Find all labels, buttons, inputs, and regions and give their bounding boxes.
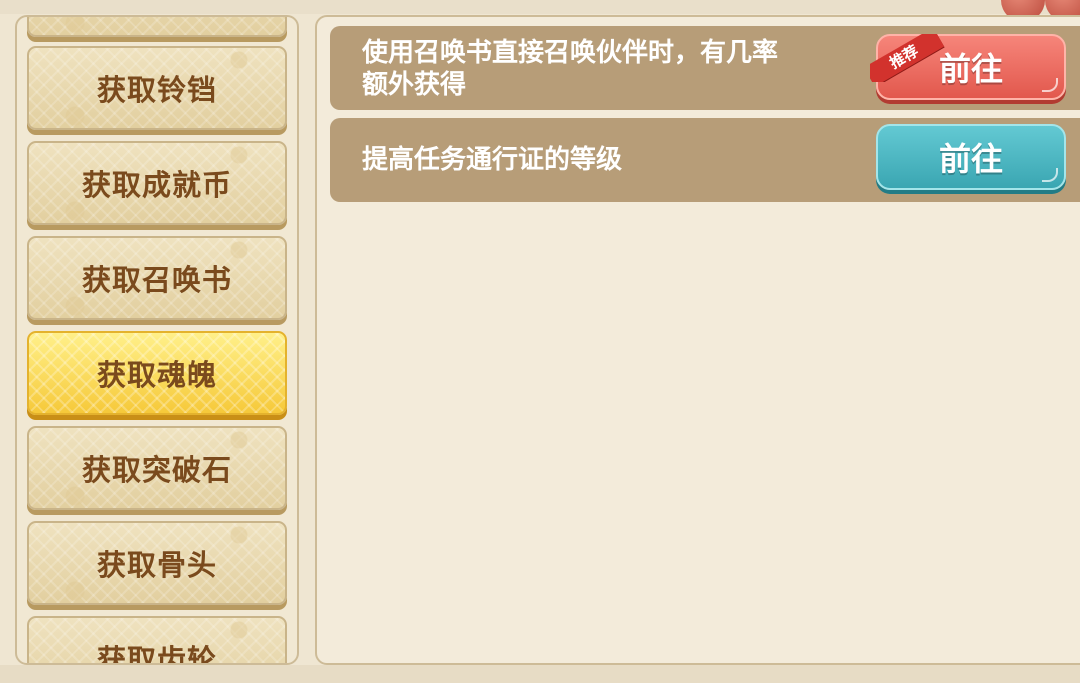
sidebar-item-label: 获取齿轮 bbox=[96, 643, 217, 665]
sidebar-item-label: 获取召唤书 bbox=[81, 263, 232, 297]
task-description-line: 使用召唤书直接召唤伙伴时，有几率 bbox=[362, 38, 779, 68]
sidebar-item-gears[interactable]: 获取齿轮 bbox=[27, 616, 287, 665]
sidebar-item-label: 获取成就币 bbox=[81, 168, 232, 202]
task-description-line: 额外获得 bbox=[362, 70, 467, 100]
task-description: 使用召唤书直接召唤伙伴时，有几率 额外获得 bbox=[362, 37, 778, 101]
recommended-badge: 推荐 bbox=[870, 34, 950, 82]
sidebar-item-partial-top[interactable] bbox=[27, 17, 287, 37]
sidebar-item-souls[interactable]: 获取魂魄 bbox=[27, 331, 287, 415]
sidebar-item-label: 获取骨头 bbox=[96, 548, 217, 582]
go-button-label: 前往 bbox=[938, 140, 1003, 178]
sidebar-item-summon-books[interactable]: 获取召唤书 bbox=[27, 236, 287, 320]
go-button[interactable]: 前往 bbox=[876, 124, 1066, 190]
sidebar-item-bells[interactable]: 获取铃铛 bbox=[27, 46, 287, 130]
go-button[interactable]: 前往 推荐 bbox=[870, 34, 1066, 100]
task-description-line: 提高任务通行证的等级 bbox=[362, 145, 623, 175]
sidebar-item-label: 获取突破石 bbox=[81, 453, 232, 487]
sidebar-item-label: 获取魂魄 bbox=[96, 358, 217, 392]
category-sidebar[interactable]: 获取铃铛 获取成就币 获取召唤书 获取魂魄 获取突破石 获取骨头 获取齿轮 bbox=[15, 15, 299, 665]
recommended-badge-label: 推荐 bbox=[870, 34, 945, 82]
top-strip bbox=[0, 0, 1080, 14]
sidebar-item-bones[interactable]: 获取骨头 bbox=[27, 521, 287, 605]
page-curl-icon bbox=[1042, 168, 1058, 182]
task-list-panel bbox=[315, 15, 1080, 665]
task-row: 使用召唤书直接召唤伙伴时，有几率 额外获得 前往 推荐 bbox=[330, 26, 1080, 110]
sidebar-item-breakthrough-stones[interactable]: 获取突破石 bbox=[27, 426, 287, 510]
task-description: 提高任务通行证的等级 bbox=[362, 144, 622, 176]
task-row: 提高任务通行证的等级 前往 bbox=[330, 118, 1080, 202]
page-curl-icon bbox=[1042, 78, 1058, 92]
sidebar-item-label: 获取铃铛 bbox=[96, 73, 217, 107]
bottom-strip bbox=[0, 665, 1080, 683]
sidebar-item-achievement-coins[interactable]: 获取成就币 bbox=[27, 141, 287, 225]
